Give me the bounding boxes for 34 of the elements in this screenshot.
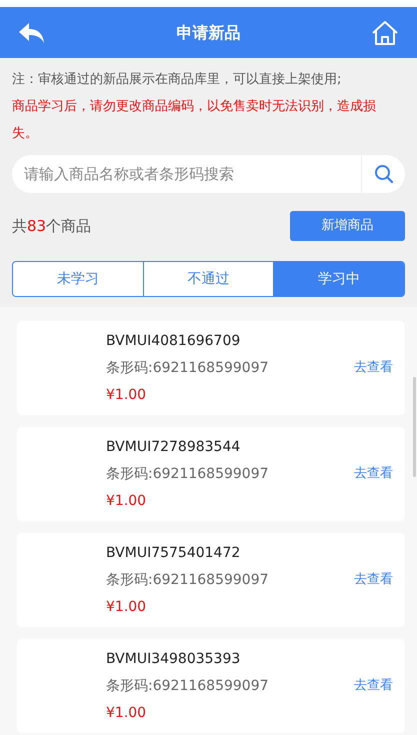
product-name: BVMUI3498035393 bbox=[106, 650, 242, 668]
back-icon[interactable] bbox=[18, 22, 46, 44]
add-product-button[interactable]: 新增商品 bbox=[290, 211, 405, 241]
view-link[interactable]: 去查看 bbox=[354, 464, 393, 484]
product-name: BVMUI7278983544 bbox=[106, 438, 242, 456]
barcode-text: 条形码:6921168599097 bbox=[106, 464, 270, 484]
note-text: 注：审核通过的新品展示在商品库里，可以直接上架使用; bbox=[12, 71, 342, 89]
home-icon[interactable] bbox=[371, 20, 399, 46]
product-price: ¥1.00 bbox=[106, 598, 148, 616]
product-card[interactable]: BVMUI7278983544 条形码:6921168599097 ¥1.00 去查看 bbox=[17, 427, 405, 521]
tab[interactable]: 未学习 bbox=[13, 262, 143, 296]
product-card[interactable]: BVMUI4081696709 条形码:6921168599097 ¥1.00 去查看 bbox=[17, 321, 405, 415]
product-price: ¥1.00 bbox=[106, 492, 148, 510]
product-name: BVMUI4081696709 bbox=[106, 332, 242, 350]
product-card[interactable]: BVMUI7575401472 条形码:6921168599097 ¥1.00 去查看 bbox=[17, 533, 405, 627]
barcode-text: 条形码:6921168599097 bbox=[106, 676, 270, 696]
search-icon bbox=[374, 164, 394, 184]
warning-text: 商品学习后，请勿更改商品编码，以免售卖时无法识别，造成损失。 bbox=[12, 98, 377, 143]
product-name: BVMUI7575401472 bbox=[106, 544, 242, 562]
search-field[interactable]: 请输入商品名称或者条形码搜索 bbox=[12, 162, 361, 186]
page-title: 申请新品 bbox=[176, 22, 240, 44]
product-card[interactable]: BVMUI3498035393 条形码:6921168599097 ¥1.00 去查看 bbox=[17, 639, 405, 733]
barcode-text: 条形码:6921168599097 bbox=[106, 570, 270, 590]
scrollbar[interactable] bbox=[413, 377, 416, 477]
tab[interactable]: 学习中 bbox=[273, 262, 404, 296]
tab[interactable]: 不通过 bbox=[142, 262, 274, 296]
barcode-text: 条形码:6921168599097 bbox=[106, 358, 270, 378]
view-link[interactable]: 去查看 bbox=[354, 676, 393, 696]
search-bar[interactable]: 请输入商品名称或者条形码搜索 bbox=[12, 155, 405, 193]
view-link[interactable]: 去查看 bbox=[354, 358, 393, 378]
product-count: 共83个商品 bbox=[12, 216, 92, 237]
product-price: ¥1.00 bbox=[106, 704, 148, 722]
view-link[interactable]: 去查看 bbox=[354, 570, 393, 590]
product-price: ¥1.00 bbox=[106, 386, 148, 404]
